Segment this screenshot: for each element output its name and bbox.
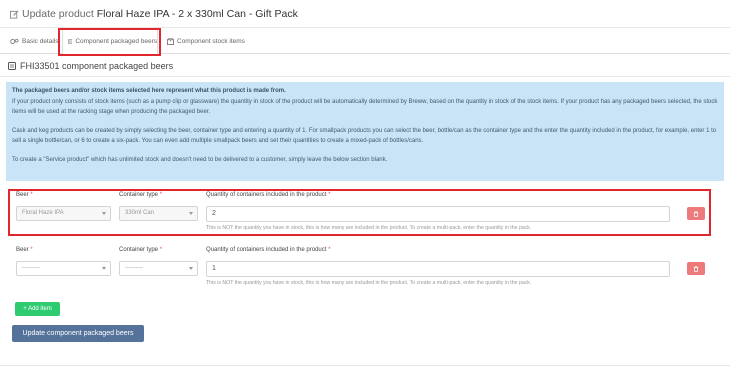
beer-select[interactable]: Floral Haze IPA <box>16 206 111 221</box>
beer-label: Beer * <box>16 247 33 253</box>
container-type-select-value: --------- <box>125 265 143 271</box>
quantity-label: Quantity of containers included in the p… <box>206 247 331 253</box>
beer-list-icon <box>68 39 73 44</box>
info-paragraph-cask-keg: Cask and keg products can be created by … <box>12 127 717 145</box>
info-paragraph-service-product: To create a "Service product" which has … <box>12 156 388 163</box>
packaged-beer-row: Beer * Container type * Quantity of cont… <box>8 247 722 291</box>
chevron-down-icon <box>189 212 193 215</box>
delete-row-button[interactable] <box>687 207 705 220</box>
page-title-prefix: Update product <box>22 8 94 20</box>
gears-icon <box>10 38 19 44</box>
page: Update product Floral Haze IPA - 2 x 330… <box>0 0 730 369</box>
beer-label: Beer * <box>16 192 33 198</box>
page-title-product: Floral Haze IPA - 2 x 330ml Can - Gift P… <box>96 8 298 20</box>
section-title: FHI33501 component packaged beers <box>8 61 173 71</box>
section-title-text: FHI33501 component packaged beers <box>20 61 174 71</box>
page-title: Update product Floral Haze IPA - 2 x 330… <box>22 8 298 20</box>
container-type-label: Container type * <box>119 192 163 198</box>
quantity-hint: This is NOT the quantity you have in sto… <box>206 225 532 231</box>
packaged-beer-row: Beer * Container type * Quantity of cont… <box>8 192 722 236</box>
trash-icon <box>693 210 699 217</box>
quantity-hint: This is NOT the quantity you have in sto… <box>206 280 532 286</box>
beer-list-icon <box>8 62 16 70</box>
trash-icon <box>693 265 699 272</box>
beer-select-value: Floral Haze IPA <box>22 210 64 216</box>
tab-component-stock-items[interactable]: Component stock items <box>167 28 245 54</box>
quantity-input[interactable]: 2 <box>206 206 670 222</box>
divider <box>0 365 730 366</box>
tab-basic-details[interactable]: Basic details <box>10 28 59 54</box>
info-paragraph-stock-items: If your product only consists of stock i… <box>12 98 718 116</box>
beer-select[interactable]: --------- <box>16 261 111 276</box>
delete-row-button[interactable] <box>687 262 705 275</box>
tab-basic-details-label: Basic details <box>22 37 59 45</box>
tab-component-packaged-beers[interactable]: Component packaged beers <box>62 28 158 55</box>
pencil-icon <box>10 10 19 19</box>
quantity-label: Quantity of containers included in the p… <box>206 192 331 198</box>
beer-select-value: --------- <box>22 265 40 271</box>
chevron-down-icon <box>102 212 106 215</box>
quantity-input[interactable]: 1 <box>206 261 670 277</box>
info-box: The packaged beers and/or stock items se… <box>6 82 724 181</box>
container-type-select[interactable]: --------- <box>119 261 198 276</box>
tab-component-stock-items-label: Component stock items <box>177 37 245 45</box>
divider <box>0 76 730 77</box>
info-heading: The packaged beers and/or stock items se… <box>12 88 286 94</box>
container-type-select[interactable]: 330ml Can <box>119 206 198 221</box>
chevron-down-icon <box>189 267 193 270</box>
tab-bar: Basic details Component packaged beers C… <box>0 28 730 55</box>
update-component-packaged-beers-button[interactable]: Update component packaged beers <box>12 325 144 342</box>
chevron-down-icon <box>102 267 106 270</box>
tab-component-packaged-beers-label: Component packaged beers <box>75 38 157 45</box>
container-type-label: Container type * <box>119 247 163 253</box>
container-type-select-value: 330ml Can <box>125 210 155 216</box>
box-icon <box>167 37 174 45</box>
page-header: Update product Floral Haze IPA - 2 x 330… <box>0 0 730 28</box>
add-item-button[interactable]: + Add item <box>15 302 60 316</box>
